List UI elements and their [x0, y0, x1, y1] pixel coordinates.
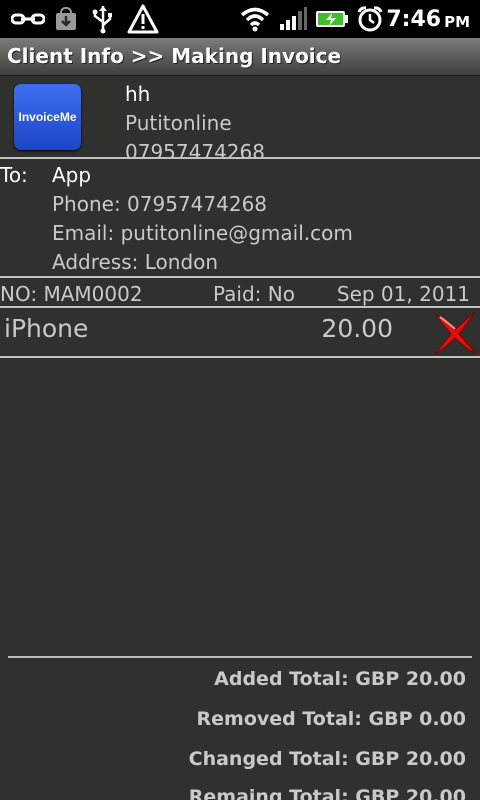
divider [0, 306, 480, 308]
delete-x-icon [434, 311, 477, 355]
recipient-phone: Phone: 07957474268 [52, 192, 268, 216]
item-price: 20.00 [321, 314, 393, 343]
divider [0, 157, 480, 159]
client-company: Putitonline [125, 111, 232, 135]
status-bar: 7:46 PM [0, 0, 480, 38]
clock-ampm: PM [444, 12, 470, 31]
alarm-clock-icon [355, 0, 385, 38]
to-label: To: [0, 163, 28, 187]
paid-status: Paid: No [213, 282, 295, 306]
remaining-total: Remaing Total: GBP 20.00 [188, 786, 466, 800]
download-icon [54, 0, 78, 38]
removed-total: Removed Total: GBP 0.00 [196, 708, 466, 730]
added-total: Added Total: GBP 20.00 [214, 668, 466, 690]
totals-divider [8, 656, 472, 658]
signal-icon [278, 0, 308, 38]
clock: 7:46 PM [386, 0, 470, 38]
divider [0, 356, 480, 358]
usb-icon [90, 0, 116, 38]
warning-icon [126, 0, 160, 38]
logo-text: InvoiceMe [18, 110, 77, 124]
item-name: iPhone [4, 314, 89, 343]
wifi-icon [238, 0, 272, 38]
invoice-number: NO: MAM0002 [0, 282, 143, 306]
changed-total: Changed Total: GBP 20.00 [188, 748, 466, 770]
divider [0, 276, 480, 278]
recipient-name: App [52, 163, 92, 187]
clock-time: 7:46 [386, 6, 442, 32]
invoice-date: Sep 01, 2011 [336, 282, 470, 306]
page-title: Client Info >> Making Invoice [7, 44, 342, 68]
title-bar: Client Info >> Making Invoice [0, 38, 480, 76]
battery-charging-icon [314, 0, 350, 38]
client-phone: 07957474268 [125, 140, 265, 158]
recipient-address: Address: London [52, 250, 219, 274]
app-logo[interactable]: InvoiceMe [14, 84, 81, 150]
client-name: hh [125, 82, 151, 106]
recipient-email: Email: putitonline@gmail.com [52, 221, 353, 245]
usb-link-icon [10, 0, 46, 38]
client-details: hh Putitonline 07957474268 [125, 82, 475, 158]
delete-item-button[interactable] [432, 310, 478, 356]
